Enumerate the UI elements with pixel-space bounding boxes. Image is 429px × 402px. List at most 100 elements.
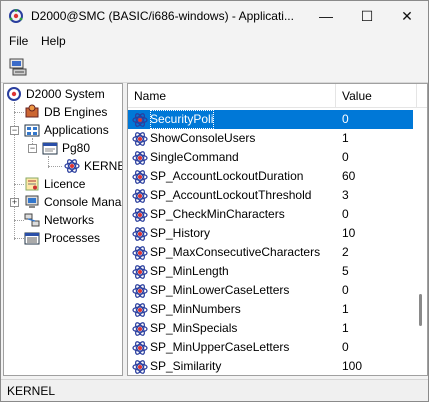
row-value: 2: [342, 245, 349, 259]
table-row[interactable]: SP_MinUpperCaseLetters 0: [128, 338, 413, 357]
minimize-button[interactable]: —: [308, 1, 344, 31]
row-name: SP_MinUpperCaseLetters: [150, 340, 290, 354]
tree-label: Applications: [44, 123, 109, 137]
collapse-toggle[interactable]: −: [10, 126, 19, 135]
tree-item-console-manager[interactable]: Console Mana: [24, 193, 122, 211]
close-button[interactable]: ✕: [389, 1, 425, 31]
menu-help[interactable]: Help: [41, 34, 66, 48]
column-divider[interactable]: [416, 84, 417, 108]
row-name: SP_MinSpecials: [150, 321, 238, 335]
scrollbar-thumb[interactable]: [419, 294, 422, 326]
property-atom-icon: [132, 322, 148, 336]
row-name: SP_AccountLockoutThreshold: [150, 188, 312, 202]
tree-label: Networks: [44, 213, 95, 227]
row-value: 60: [342, 169, 356, 183]
table-row[interactable]: SP_History 10: [128, 224, 413, 243]
status-text: KERNEL: [7, 384, 56, 398]
tree-item-processes[interactable]: Processes: [24, 229, 122, 247]
property-atom-icon: [132, 303, 148, 317]
table-row[interactable]: SP_MinLength 5: [128, 262, 413, 281]
column-header-value[interactable]: Value: [336, 84, 416, 108]
table-row[interactable]: SP_MaxConsecutiveCharacters 2: [128, 243, 413, 262]
table-row[interactable]: SP_MinSpecials 1: [128, 319, 413, 338]
d2000-app-icon: [9, 9, 23, 23]
menu-file[interactable]: File: [9, 34, 28, 48]
tree-item-licence[interactable]: Licence: [24, 175, 122, 193]
row-name: SP_MinNumbers: [150, 302, 241, 316]
vertical-scrollbar[interactable]: [414, 108, 427, 375]
row-value: 1: [342, 321, 349, 335]
row-value: 1: [342, 131, 349, 145]
maximize-button[interactable]: ☐: [349, 1, 385, 31]
row-name: SingleCommand: [150, 150, 239, 164]
title-bar[interactable]: D2000@SMC (BASIC/i686-windows) - Applica…: [1, 1, 428, 31]
tree-connector: [14, 238, 24, 239]
row-value: 0: [342, 150, 349, 164]
tree-label: Processes: [44, 231, 101, 245]
networks-icon: [24, 213, 40, 227]
application-window-icon: [42, 142, 58, 155]
system-tree[interactable]: D2000 System DB Engines − Applications −: [3, 83, 123, 376]
table-row[interactable]: ShowConsoleUsers 1: [128, 129, 413, 148]
row-value: 1: [342, 302, 349, 316]
row-name: SP_CheckMinCharacters: [150, 207, 285, 221]
tree-connector: [14, 112, 24, 113]
licence-certificate-icon: [25, 177, 39, 191]
collapse-toggle[interactable]: −: [28, 144, 37, 153]
expand-toggle[interactable]: +: [10, 198, 19, 207]
tree-item-kernel[interactable]: KERNEL: [64, 157, 122, 175]
row-name: SP_Similarity: [150, 359, 222, 373]
row-value: 10: [342, 226, 356, 240]
table-row[interactable]: SP_MinLowerCaseLetters 0: [128, 281, 413, 300]
row-name: SP_AccountLockoutDuration: [150, 169, 304, 183]
processes-list-icon: [24, 232, 40, 245]
d2000-system-icon: [7, 87, 21, 101]
tree-label: D2000 System: [26, 87, 105, 101]
table-row[interactable]: SP_AccountLockoutDuration 60: [128, 167, 413, 186]
properties-list[interactable]: Name Value SecurityPolicy 0 ShowConsoleUse…: [127, 83, 428, 376]
menu-bar: File Help: [1, 31, 428, 51]
tree-label: KERNEL: [84, 159, 122, 173]
tree-item-networks[interactable]: Networks: [24, 211, 122, 229]
property-atom-icon: [132, 360, 148, 374]
row-name: SecurityPolicy: [150, 110, 214, 129]
tree-label: Pg80: [62, 141, 91, 155]
tree-item-db-engines[interactable]: DB Engines: [24, 103, 122, 121]
column-header-name[interactable]: Name: [128, 84, 335, 108]
tree-label: Console Mana: [44, 195, 122, 209]
toolbar: [1, 53, 428, 81]
table-row[interactable]: SP_CheckMinCharacters 0: [128, 205, 413, 224]
applications-grid-icon: [24, 124, 40, 137]
tree-connector: [48, 166, 62, 167]
application-window: D2000@SMC (BASIC/i686-windows) - Applica…: [0, 0, 429, 402]
property-atom-icon: [132, 246, 148, 260]
table-row[interactable]: SecurityPolicy 0: [128, 110, 413, 129]
tree-item-pg80[interactable]: Pg80: [42, 139, 122, 157]
table-row[interactable]: SP_MinNumbers 1: [128, 300, 413, 319]
property-atom-icon: [132, 151, 148, 165]
property-atom-icon: [132, 227, 148, 241]
tree-item-d2000-system[interactable]: D2000 System: [6, 85, 122, 103]
kernel-atom-icon: [64, 159, 80, 173]
property-atom-icon: [132, 170, 148, 184]
row-name: SP_MinLength: [150, 264, 229, 278]
row-value: 0: [342, 112, 349, 126]
property-atom-icon: [132, 208, 148, 222]
row-name: SP_MaxConsecutiveCharacters: [150, 245, 321, 259]
window-title: D2000@SMC (BASIC/i686-windows) - Applica…: [31, 9, 294, 23]
row-value: 0: [342, 283, 349, 297]
tree-item-applications[interactable]: Applications: [24, 121, 122, 139]
db-engines-icon: [25, 104, 39, 118]
server-connect-icon[interactable]: [7, 56, 29, 78]
row-name: ShowConsoleUsers: [150, 131, 256, 145]
property-atom-icon: [132, 265, 148, 279]
property-atom-icon: [132, 189, 148, 203]
tree-label: DB Engines: [44, 105, 108, 119]
row-value: 0: [342, 207, 349, 221]
property-atom-icon: [132, 132, 148, 146]
property-atom-icon: [132, 284, 148, 298]
table-row[interactable]: SP_AccountLockoutThreshold 3: [128, 186, 413, 205]
status-bar: KERNEL: [1, 379, 428, 401]
table-row[interactable]: SP_Similarity 100: [128, 357, 413, 375]
table-row[interactable]: SingleCommand 0: [128, 148, 413, 167]
